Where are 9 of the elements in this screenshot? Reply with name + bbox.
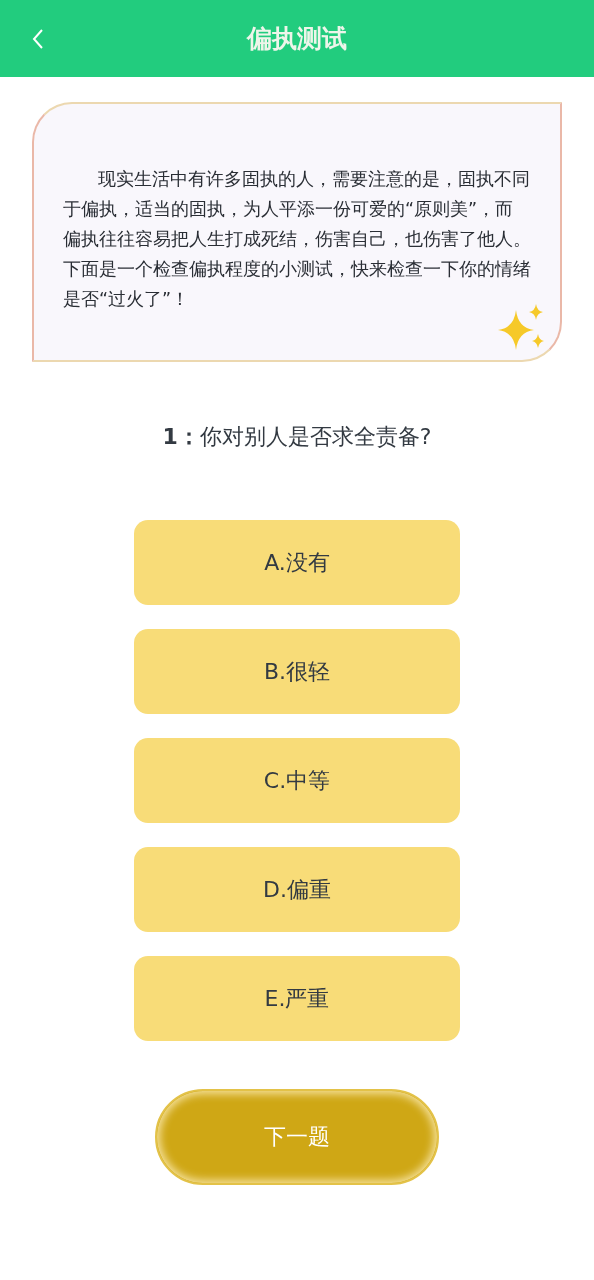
answer-option[interactable]: C.中等 [134,738,460,823]
intro-text: 现实生活中有许多固执的人，需要注意的是，固执不同于偏执，适当的固执，为人平添一份可爱的“原则美”，而偏执往往容易把人生打成死结，伤害自己，也伤害了他人。下面是一个检查偏执程度的小测试，快来检查一下你的情绪是否“过火了”！ [63,168,531,311]
answer-option[interactable]: E.严重 [134,956,460,1041]
answer-option[interactable]: D.偏重 [134,847,460,932]
answer-option[interactable]: A.没有 [134,520,460,605]
back-icon[interactable] [32,29,44,49]
answer-option[interactable]: B.很轻 [134,629,460,714]
question-text: 1：你对别人是否求全责备? [162,423,432,451]
page-title: 偏执测试 [247,23,347,55]
